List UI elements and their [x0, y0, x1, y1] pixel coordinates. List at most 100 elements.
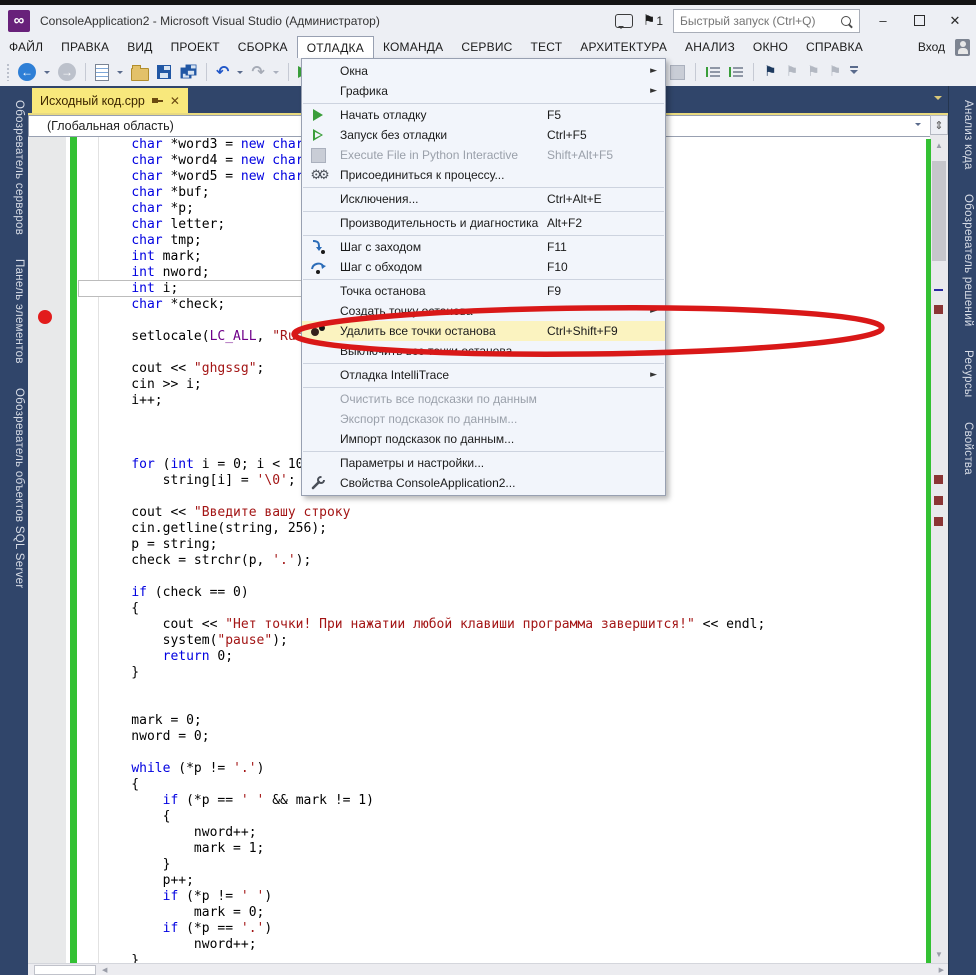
close-button[interactable]: ✕ — [942, 11, 968, 31]
menubar-item-проект[interactable]: ПРОЕКТ — [162, 36, 229, 58]
undo-button[interactable]: ↶ — [214, 61, 231, 83]
toggle-bookmark-button[interactable]: ⚑ — [762, 61, 779, 83]
dropdown-button[interactable] — [115, 61, 125, 83]
breakpoint-dot[interactable] — [38, 310, 52, 324]
scroll-right-icon[interactable]: ▶ — [939, 966, 944, 974]
menu-item[interactable]: ⚙⚙ Присоединиться к процессу... — [302, 165, 665, 185]
menubar-item-тест[interactable]: ТЕСТ — [522, 36, 572, 58]
breakpoint-margin[interactable] — [28, 137, 66, 963]
menubar-item-окно[interactable]: ОКНО — [744, 36, 797, 58]
menu-item-label: Запуск без отладки — [340, 128, 448, 142]
scroll-up-icon[interactable]: ▲ — [930, 137, 948, 154]
menubar-item-архитектура[interactable]: АРХИТЕКТУРА — [571, 36, 676, 58]
menu-item-label: Выключить все точки останова — [340, 344, 513, 358]
scrollbar-thumb[interactable] — [932, 161, 946, 261]
redo-icon: ↷ — [251, 62, 265, 81]
menu-item[interactable]: Точка останова F9 — [302, 281, 665, 301]
comment-lines-button[interactable] — [704, 61, 722, 83]
code-line: nword++; — [100, 825, 257, 840]
menu-item[interactable]: Начать отладку F5 — [302, 105, 665, 125]
menu-item[interactable]: Создать точку останова ► — [302, 301, 665, 321]
menu-item[interactable]: Шаг с обходом F10 — [302, 257, 665, 277]
document-list-dropdown-icon[interactable] — [934, 96, 942, 104]
scroll-left-icon[interactable]: ◀ — [102, 966, 107, 974]
menu-item[interactable]: Запуск без отладки Ctrl+F5 — [302, 125, 665, 145]
menubar-item-файл[interactable]: ФАЙЛ — [0, 36, 52, 58]
sidebar-tab-left[interactable]: Обозреватель серверов — [3, 90, 25, 245]
sidebar-tab-right[interactable]: Свойства — [952, 412, 974, 485]
navigate-back-button[interactable]: ← — [16, 61, 38, 83]
delete-breakpoints-icon — [310, 323, 326, 339]
toolbar-overflow-button[interactable] — [848, 61, 860, 83]
vertical-scrollbar[interactable]: ⇕ ▲ ▼ — [926, 115, 948, 963]
navigate-forward-button[interactable]: → — [56, 61, 78, 83]
menu-item[interactable]: Выключить все точки останова — [302, 341, 665, 361]
menubar-item-анализ[interactable]: АНАЛИЗ — [676, 36, 744, 58]
scroll-down-icon[interactable]: ▼ — [930, 946, 948, 963]
menu-item-label: Шаг с обходом — [340, 260, 423, 274]
menu-item[interactable]: Шаг с заходом F11 — [302, 237, 665, 257]
scrollbar-box[interactable] — [34, 965, 96, 975]
menubar-item-сервис[interactable]: СЕРВИС — [452, 36, 521, 58]
close-tab-icon[interactable]: ✕ — [170, 95, 180, 107]
titlebar: ∞ ConsoleApplication2 - Microsoft Visual… — [0, 5, 976, 36]
sidebar-tab-right[interactable]: Обозреватель решений — [952, 184, 974, 337]
menu-item[interactable]: Окна ► — [302, 61, 665, 81]
menu-item-label: Графика — [340, 84, 388, 98]
sidebar-tab-left[interactable]: Панель элементов — [3, 249, 25, 374]
pin-icon[interactable] — [151, 95, 163, 106]
menubar-item-сборка[interactable]: СБОРКА — [229, 36, 297, 58]
code-line: } — [100, 857, 171, 872]
menu-item[interactable]: Исключения... Ctrl+Alt+E — [302, 189, 665, 209]
menubar-item-правка[interactable]: ПРАВКА — [52, 36, 118, 58]
dropdown-button[interactable] — [42, 61, 52, 83]
menu-item[interactable]: Свойства ConsoleApplication2... — [302, 473, 665, 493]
menu-item[interactable]: Импорт подсказок по данным... — [302, 429, 665, 449]
save-all-button[interactable] — [177, 61, 199, 83]
menu-item-shortcut: Ctrl+F5 — [547, 128, 587, 142]
toolbar-grip-icon[interactable] — [6, 63, 10, 81]
scrollbar-track[interactable] — [930, 155, 948, 945]
menu-item[interactable]: Отладка IntelliTrace ► — [302, 365, 665, 385]
scrollbar-mark-caret — [934, 289, 943, 292]
scope-dropdown[interactable]: (Глобальная область) — [29, 119, 174, 133]
sidebar-tab-right[interactable]: Анализ кода — [952, 90, 974, 180]
menu-item: Execute File in Python Interactive Shift+… — [302, 145, 665, 165]
menu-item[interactable]: Производительность и диагностика Alt+F2 — [302, 213, 665, 233]
menubar-item-команда[interactable]: КОМАНДА — [374, 36, 452, 58]
submenu-arrow-icon: ► — [650, 306, 657, 316]
open-file-button[interactable] — [129, 61, 151, 83]
search-input[interactable] — [674, 13, 841, 28]
menu-item[interactable]: Параметры и настройки... — [302, 453, 665, 473]
menu-item-label: Отладка IntelliTrace — [340, 368, 450, 382]
sidebar-tab-left[interactable]: Обозреватель объектов SQL Server — [3, 378, 25, 598]
menu-item-label: Производительность и диагностика — [340, 216, 539, 230]
search-icon — [841, 15, 851, 26]
notifications-flag[interactable]: ⚑ 1 — [643, 13, 663, 29]
chevron-down-icon — [44, 71, 50, 77]
menubar-item-отладка[interactable]: ОТЛАДКА — [296, 36, 374, 58]
menu-separator — [303, 362, 664, 364]
overflow-icon — [850, 66, 859, 78]
scope-dropdown-icon[interactable] — [915, 123, 921, 129]
code-line: if (*p == ' ' && mark != 1) — [162, 793, 374, 808]
dropdown-button[interactable] — [235, 61, 245, 83]
menu-item-delete-all-breakpoints[interactable]: Удалить все точки останова Ctrl+Shift+F9 — [291, 305, 885, 357]
horizontal-scrollbar[interactable]: ◀ ▶ — [28, 963, 948, 975]
sidebar-tab-right[interactable]: Ресурсы — [952, 340, 974, 407]
menubar-item-вид[interactable]: ВИД — [118, 36, 161, 58]
quick-launch-search[interactable] — [673, 8, 860, 33]
minimize-button[interactable]: – — [870, 11, 896, 31]
tab-source-file[interactable]: Исходный код.cpp ✕ — [32, 88, 188, 113]
new-file-button[interactable] — [93, 61, 111, 83]
menubar-item-справка[interactable]: СПРАВКА — [797, 36, 872, 58]
splitter-handle[interactable]: ⇕ — [930, 115, 948, 135]
menu-item[interactable]: Графика ► — [302, 81, 665, 101]
save-all-icon — [179, 63, 197, 81]
save-button[interactable] — [155, 61, 173, 83]
user-avatar[interactable] — [955, 38, 970, 56]
uncomment-lines-button[interactable] — [727, 61, 745, 83]
maximize-button[interactable] — [906, 11, 932, 31]
feedback-icon[interactable] — [614, 13, 633, 29]
sign-in-link[interactable]: Вход — [918, 40, 945, 54]
